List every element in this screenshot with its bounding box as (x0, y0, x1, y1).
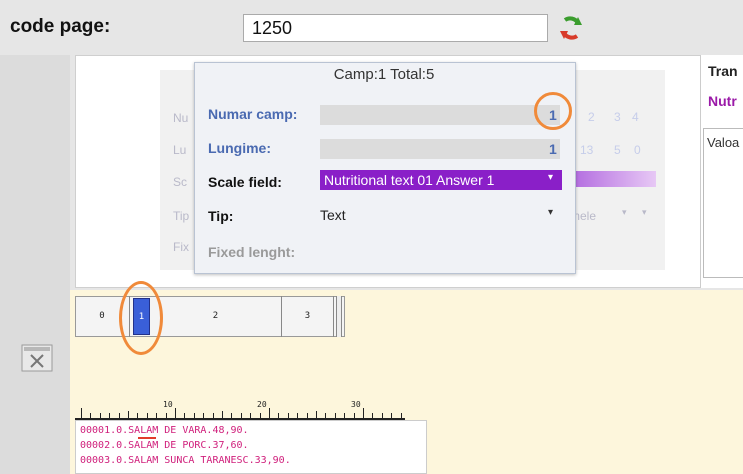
bg-lungime-value: 5 (614, 143, 621, 157)
calculator-button[interactable] (20, 343, 54, 373)
bg-label-fixed: Fix (173, 240, 189, 254)
right-panel-title: Tran (708, 63, 738, 79)
right-panel-box[interactable] (703, 128, 743, 278)
bg-dropdown-arrow-icon: ▾ (642, 207, 647, 217)
numar-camp-label: Numar camp: (208, 106, 298, 122)
scale-field-select[interactable]: Nutritional text 01 Answer 1 (320, 170, 562, 190)
tip-select[interactable]: Text (320, 205, 562, 225)
right-panel-subtitle: Nutr (708, 93, 737, 109)
bg-numar-value: 3 (614, 110, 621, 124)
bg-label-numar: Nu (173, 111, 189, 125)
lungime-value: 1 (549, 141, 557, 157)
lungime-label: Lungime: (208, 140, 271, 156)
numar-camp-field[interactable] (320, 105, 560, 125)
scale-field-label: Scale field: (208, 174, 282, 190)
ruler-tick (269, 408, 270, 418)
ruler-tick (222, 411, 223, 418)
right-panel-box-label: Valoa (707, 135, 740, 150)
ruler-tick (81, 408, 82, 418)
calculator-icon (21, 344, 53, 372)
bg-label-tip: Tip (173, 209, 190, 223)
highlight-circle (534, 92, 572, 130)
lungime-field[interactable] (320, 139, 560, 159)
data-preview[interactable]: 00001.0.SALAM DE VARA.48,90. 00002.0.SAL… (75, 420, 427, 474)
bg-lungime-value: 13 (580, 143, 594, 157)
ruler-label: 30 (351, 400, 361, 409)
ruler-tick (363, 408, 364, 418)
ruler-tick (316, 411, 317, 418)
bg-scale-strip (574, 171, 656, 187)
field-tab[interactable]: 3 (282, 296, 334, 337)
field-highlight-underline (138, 437, 156, 439)
bg-dropdown-arrow-icon: ▾ (622, 207, 627, 217)
ruler-label: 20 (257, 400, 267, 409)
refresh-icon (560, 16, 582, 40)
left-rail (0, 55, 70, 474)
tip-label: Tip: (208, 208, 234, 224)
tab-splitter[interactable] (336, 296, 342, 337)
refresh-button[interactable] (556, 14, 586, 42)
popup-title: Camp:1 Total:5 (333, 66, 435, 83)
chevron-down-icon: ▾ (548, 207, 554, 218)
bg-label-lungime: Lu (173, 143, 187, 157)
code-page-label: code page: (10, 16, 111, 37)
field-tab[interactable]: 2 (150, 296, 282, 337)
bg-numar-value: 4 (632, 110, 639, 124)
data-line: 00003.0.SALAM SUNCA TARANESC.33,90. (80, 455, 291, 466)
ruler-label: 10 (163, 400, 173, 409)
highlight-oval (119, 281, 163, 355)
code-page-input[interactable] (243, 14, 548, 42)
field-popup (194, 62, 576, 274)
bg-numar-value: 2 (588, 110, 595, 124)
data-line: 00002.0.SALAM DE PORC.37,60. (80, 440, 249, 451)
ruler-tick (175, 408, 176, 418)
fixed-length-label: Fixed lenght: (208, 244, 296, 260)
bg-label-scale: Sc (173, 175, 188, 189)
chevron-down-icon: ▾ (548, 172, 554, 183)
data-line: 00001.0.SALAM DE VARA.48,90. (80, 425, 249, 436)
ruler-tick (128, 411, 129, 418)
bg-lungime-value: 0 (634, 143, 641, 157)
